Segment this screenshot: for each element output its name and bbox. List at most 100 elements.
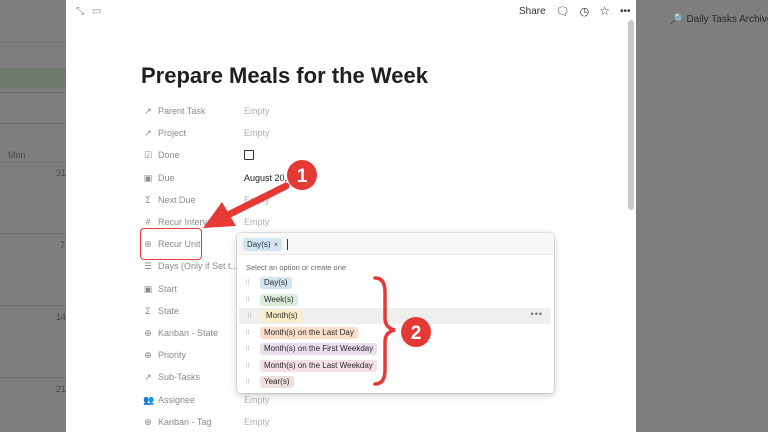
dropdown-hint: Select an option or create one xyxy=(246,263,347,272)
drag-handle-icon[interactable]: ⠿ xyxy=(245,378,252,386)
select-search-input[interactable]: Day(s) × xyxy=(237,233,554,255)
select-option[interactable]: ⠿ Week(s) xyxy=(237,292,554,308)
property-row[interactable]: 👥 Assignee Empty xyxy=(143,392,443,408)
select-option[interactable]: ⠿ Month(s) ••• xyxy=(239,308,551,324)
property-row[interactable]: ⊕ Kanban - Tag Empty xyxy=(143,414,443,430)
history-clock-icon[interactable]: ◷ xyxy=(580,5,590,18)
property-row[interactable]: ↗ Parent Task Empty xyxy=(143,103,443,119)
select-icon: ⊕ xyxy=(144,416,152,427)
property-label: Done xyxy=(158,150,180,160)
option-tag: Year(s) xyxy=(260,376,294,388)
calendar-icon: ▣ xyxy=(143,283,153,294)
calendar-gridline xyxy=(0,42,66,43)
option-tag: Month(s) on the Last Weekday xyxy=(260,360,377,372)
select-option[interactable]: ⠿ Day(s) xyxy=(237,275,554,291)
expand-icon[interactable]: ⤡ xyxy=(76,6,84,17)
comment-icon[interactable]: 🗨 xyxy=(556,5,570,18)
property-value[interactable]: Empty xyxy=(244,195,270,205)
page-title[interactable]: Prepare Meals for the Week xyxy=(141,63,428,89)
number-icon: # xyxy=(145,217,151,227)
favorite-star-icon[interactable]: ☆ xyxy=(599,4,610,18)
calendar-date: 14 xyxy=(56,312,67,322)
select-icon: ⊕ xyxy=(144,349,152,360)
property-label: Priority xyxy=(158,350,187,360)
checkbox-property-icon: ☑ xyxy=(143,149,153,160)
property-value[interactable]: Empty xyxy=(244,106,270,116)
formula-icon: Σ xyxy=(145,195,151,205)
select-dropdown: Day(s) × Select an option or create one … xyxy=(237,233,554,393)
calendar-icon: ▣ xyxy=(143,172,153,183)
calendar-gridline xyxy=(0,377,66,378)
property-value[interactable]: Empty xyxy=(244,128,270,138)
calendar-gridline xyxy=(0,305,66,306)
recur-unit-highlight xyxy=(140,228,202,260)
modal-topbar-left: ⤡ ▭ xyxy=(76,6,101,17)
select-option[interactable]: ⠿ Month(s) on the Last Day xyxy=(237,325,554,341)
done-checkbox[interactable] xyxy=(244,150,254,160)
chip-remove-icon[interactable]: × xyxy=(274,238,279,251)
relation-arrow-icon: ↗ xyxy=(144,127,152,138)
option-more-icon[interactable]: ••• xyxy=(531,309,543,319)
property-row[interactable]: Σ Next Due Empty xyxy=(143,192,443,208)
option-tag: Day(s) xyxy=(260,277,292,289)
property-value[interactable]: Empty xyxy=(244,217,270,227)
property-label: State xyxy=(158,306,180,316)
property-value[interactable]: August 20, 2 xyxy=(244,173,295,183)
calendar-gridline xyxy=(0,123,66,124)
drag-handle-icon[interactable]: ⠿ xyxy=(245,362,252,370)
select-option[interactable]: ⠿ Year(s) xyxy=(237,374,554,390)
property-label: Kanban - State xyxy=(158,328,219,338)
property-label: Parent Task xyxy=(158,106,206,116)
property-value[interactable]: Empty xyxy=(244,417,270,427)
calendar-date: 31 xyxy=(56,168,67,178)
property-row[interactable]: ↗ Project Empty xyxy=(143,125,443,141)
calendar-highlight-band xyxy=(0,68,66,88)
property-label: Next Due xyxy=(158,195,196,205)
drag-handle-icon[interactable]: ⠿ xyxy=(245,345,252,353)
option-tag: Month(s) on the Last Day xyxy=(260,327,358,339)
layout-icon[interactable]: ▭ xyxy=(92,6,101,17)
formula-icon: Σ xyxy=(145,306,151,316)
people-icon: 👥 xyxy=(143,394,155,405)
chip-label: Day(s) xyxy=(247,240,271,249)
select-option[interactable]: ⠿ Month(s) on the First Weekday xyxy=(237,341,554,357)
property-label: Due xyxy=(158,173,175,183)
calendar-date: 7 xyxy=(60,240,66,250)
multiselect-icon: ☰ xyxy=(143,260,153,271)
calendar-date: 21 xyxy=(56,384,67,394)
relation-arrow-icon: ↗ xyxy=(144,105,152,116)
search-icon: 🔎 xyxy=(670,14,683,25)
more-options-icon[interactable]: ••• xyxy=(620,6,631,17)
property-label: Kanban - Tag xyxy=(158,417,212,427)
property-value[interactable]: Empty xyxy=(244,395,270,405)
selected-option-chip[interactable]: Day(s) × xyxy=(243,238,283,251)
option-tag: Month(s) on the First Weekday xyxy=(260,343,378,355)
calendar-gridline xyxy=(0,92,66,93)
option-tag: Month(s) xyxy=(262,310,302,322)
relation-arrow-icon: ↗ xyxy=(144,371,152,382)
select-icon: ⊕ xyxy=(144,327,152,338)
share-button[interactable]: Share xyxy=(519,6,546,17)
modal-scrollbar[interactable] xyxy=(628,20,634,210)
background-right-panel xyxy=(636,0,768,432)
property-row[interactable]: ☑ Done xyxy=(143,147,443,163)
property-label: Days (Only if Set t... xyxy=(158,261,239,271)
property-label: Start xyxy=(158,284,178,294)
drag-handle-icon[interactable]: ⠿ xyxy=(245,296,252,304)
archive-link[interactable]: 🔎 Daily Tasks Archive xyxy=(670,14,768,25)
property-row[interactable]: ▣ Due August 20, 2 xyxy=(143,170,443,186)
property-label: Sub-Tasks xyxy=(158,372,201,382)
calendar-gridline xyxy=(0,233,66,234)
calendar-gridline xyxy=(0,162,66,163)
background-calendar: Mon 31 7 14 21 xyxy=(0,0,66,432)
drag-handle-icon[interactable]: ⠿ xyxy=(245,329,252,337)
select-option[interactable]: ⠿ Month(s) on the Last Weekday xyxy=(237,358,554,374)
archive-label: Daily Tasks Archive xyxy=(686,14,768,25)
option-tag: Week(s) xyxy=(260,294,298,306)
drag-handle-icon[interactable]: ⠿ xyxy=(245,279,252,287)
modal-topbar-right: Share 🗨 ◷ ☆ ••• xyxy=(519,4,631,18)
drag-handle-icon[interactable]: ⠿ xyxy=(247,312,254,320)
property-label: Project xyxy=(158,128,187,138)
calendar-day-header: Mon xyxy=(8,150,26,160)
text-caret xyxy=(287,239,288,250)
